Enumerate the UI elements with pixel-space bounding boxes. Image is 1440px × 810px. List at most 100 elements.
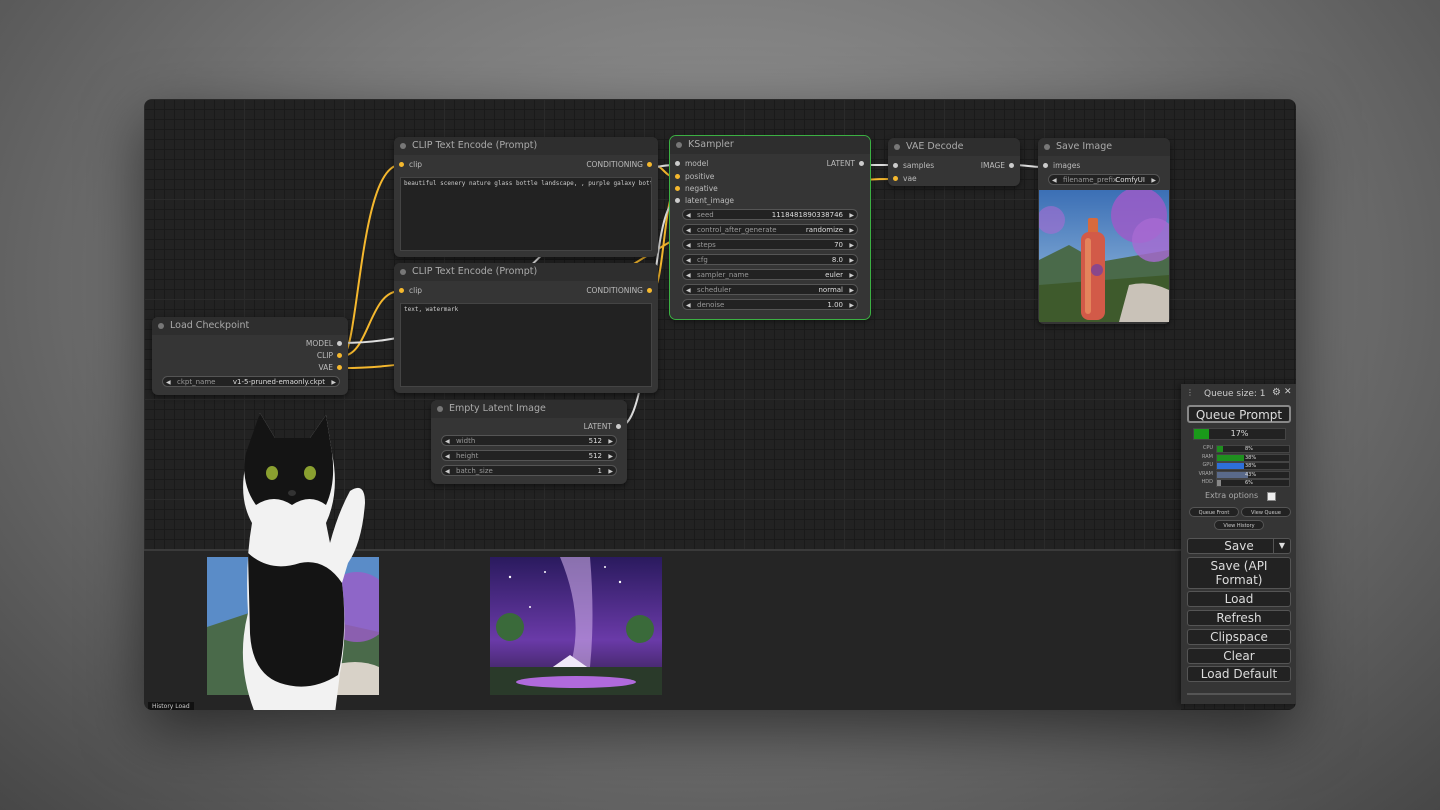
height-widget[interactable]: height 512	[441, 450, 617, 462]
widget-value: 512	[588, 437, 602, 445]
model-output-slot[interactable]: MODEL	[306, 339, 343, 349]
seed-widget[interactable]: seed 1118481890338746	[682, 209, 858, 221]
load-button[interactable]: Load	[1187, 591, 1291, 607]
stat-name: GPU	[1202, 462, 1213, 468]
clip-input-slot[interactable]: clip	[398, 286, 422, 296]
drag-handle-icon[interactable]: ⋮	[1186, 388, 1194, 397]
close-icon[interactable]: ✕	[1284, 387, 1292, 397]
denoise-widget[interactable]: denoise 1.00	[682, 299, 858, 311]
stat-name: VRAM	[1198, 470, 1213, 477]
image-output-slot[interactable]: IMAGE	[981, 161, 1015, 171]
ksampler-node[interactable]: KSampler model positive negative latent_…	[669, 135, 871, 320]
queue-front-button[interactable]: Queue Front	[1189, 507, 1239, 517]
conditioning-output-slot[interactable]: CONDITIONING	[586, 160, 652, 170]
widget-value: ComfyUI	[1115, 176, 1145, 184]
stat-percent: 43%	[1245, 471, 1257, 478]
load-default-button[interactable]: Load Default	[1187, 666, 1291, 682]
chevron-down-icon[interactable]: ▼	[1273, 539, 1290, 553]
scheduler-widget[interactable]: scheduler normal	[682, 284, 858, 296]
vae-output-slot[interactable]: VAE	[318, 363, 342, 373]
comfyui-window: CLIP Text Encode (Prompt) clip CONDITION…	[144, 99, 1296, 710]
stat-percent: 38%	[1245, 463, 1257, 469]
stat-fill	[1217, 463, 1245, 469]
stat-percent: 6%	[1245, 480, 1253, 486]
latent-output-slot[interactable]: LATENT	[827, 159, 865, 169]
stat-percent: 38%	[1245, 454, 1257, 461]
generated-bottle-image	[1039, 190, 1169, 322]
widget-label: sampler_name	[697, 271, 749, 279]
samples-input-slot[interactable]: samples	[892, 161, 934, 171]
batch-size-widget[interactable]: batch_size 1	[441, 465, 617, 477]
clip-text-encode-negative-node[interactable]: CLIP Text Encode (Prompt) clip CONDITION…	[394, 263, 658, 393]
widget-value: 70	[834, 241, 843, 249]
progress-label: 17%	[1230, 429, 1249, 438]
control-after-generate-widget[interactable]: control_after_generate randomize	[682, 224, 858, 236]
node-title: Load Checkpoint	[152, 317, 348, 335]
sampler-name-widget[interactable]: sampler_name euler	[682, 269, 858, 281]
widget-label: cfg	[697, 256, 708, 264]
widget-value: normal	[818, 286, 843, 294]
queue-prompt-button[interactable]: Queue Prompt	[1187, 405, 1291, 423]
vae-decode-node[interactable]: VAE Decode samples vae IMAGE	[888, 138, 1020, 186]
save-button[interactable]: Save ▼	[1187, 538, 1291, 554]
images-input-slot[interactable]: images	[1042, 161, 1080, 171]
stat-track: 8%	[1216, 445, 1290, 453]
widget-label: filename_prefix	[1063, 176, 1118, 184]
stat-fill	[1217, 446, 1223, 452]
clipspace-button[interactable]: Clipspace	[1187, 629, 1291, 645]
steps-widget[interactable]: steps 70	[682, 239, 858, 251]
negative-input-slot[interactable]: negative	[674, 184, 718, 194]
widget-value: randomize	[805, 226, 843, 234]
latent-output-slot[interactable]: LATENT	[584, 422, 622, 432]
latent-image-input-slot[interactable]: latent_image	[674, 196, 734, 206]
extra-options-checkbox[interactable]	[1267, 492, 1276, 501]
stat-track: 6%	[1216, 479, 1290, 487]
widget-label: seed	[697, 211, 714, 219]
stat-fill	[1217, 480, 1221, 486]
conditioning-output-slot[interactable]: CONDITIONING	[586, 286, 652, 296]
prompt-textarea[interactable]: beautiful scenery nature glass bottle la…	[400, 177, 652, 251]
cat-sticker	[242, 413, 365, 710]
save-api-format-button[interactable]: Save (API Format)	[1187, 557, 1291, 589]
stat-track: 38%	[1216, 453, 1290, 462]
widget-value: 512	[588, 452, 602, 460]
stat-track: 38%	[1216, 462, 1290, 470]
view-history-button[interactable]: View History	[1214, 520, 1264, 530]
gear-icon[interactable]: ⚙	[1272, 387, 1281, 398]
footer-tab[interactable]: History Load	[148, 702, 194, 710]
widget-value: 1	[597, 467, 602, 475]
panel-divider	[1187, 693, 1291, 695]
stat-name: RAM	[1201, 453, 1213, 460]
clip-output-slot[interactable]: CLIP	[317, 351, 343, 361]
negative-prompt-textarea[interactable]: text, watermark	[400, 303, 652, 387]
queue-control-panel: ⋮ Queue size: 1 ⚙ ✕ Queue Prompt 17% CPU…	[1181, 384, 1296, 704]
save-api-format-label: Save (API Format)	[1210, 559, 1268, 587]
stat-percent: 8%	[1245, 446, 1253, 452]
widget-value: 1118481890338746	[771, 211, 843, 219]
load-checkpoint-node[interactable]: Load Checkpoint MODEL CLIP VAE ckpt_name…	[152, 317, 348, 395]
clip-input-slot[interactable]: clip	[398, 160, 422, 170]
clip-text-encode-positive-node[interactable]: CLIP Text Encode (Prompt) clip CONDITION…	[394, 137, 658, 257]
node-title: KSampler	[670, 136, 870, 154]
history-image-galaxy[interactable]	[490, 557, 662, 695]
ckpt-name-widget[interactable]: ckpt_name v1-5-pruned-emaonly.ckpt	[162, 376, 340, 388]
vae-input-slot[interactable]: vae	[892, 174, 917, 184]
empty-latent-image-node[interactable]: Empty Latent Image LATENT width 512 heigh…	[431, 400, 627, 484]
cfg-widget[interactable]: cfg 8.0	[682, 254, 858, 266]
width-widget[interactable]: width 512	[441, 435, 617, 447]
widget-label: batch_size	[456, 467, 493, 475]
widget-value: 1.00	[827, 301, 843, 309]
view-queue-button[interactable]: View Queue	[1241, 507, 1291, 517]
refresh-button[interactable]: Refresh	[1187, 610, 1291, 626]
model-input-slot[interactable]: model	[674, 159, 708, 169]
stat-name: CPU	[1202, 445, 1213, 451]
widget-label: scheduler	[697, 286, 732, 294]
positive-input-slot[interactable]: positive	[674, 172, 714, 182]
clear-button[interactable]: Clear	[1187, 648, 1291, 664]
filename-prefix-widget[interactable]: filename_prefixComfyUI	[1048, 174, 1160, 186]
extra-options-label: Extra options	[1205, 491, 1259, 500]
stat-track: 43%	[1216, 470, 1290, 479]
widget-value: v1-5-pruned-emaonly.ckpt	[232, 378, 325, 386]
widget-label: control_after_generate	[697, 226, 777, 234]
save-image-node[interactable]: Save Image images filename_prefixComfyUI	[1038, 138, 1170, 324]
